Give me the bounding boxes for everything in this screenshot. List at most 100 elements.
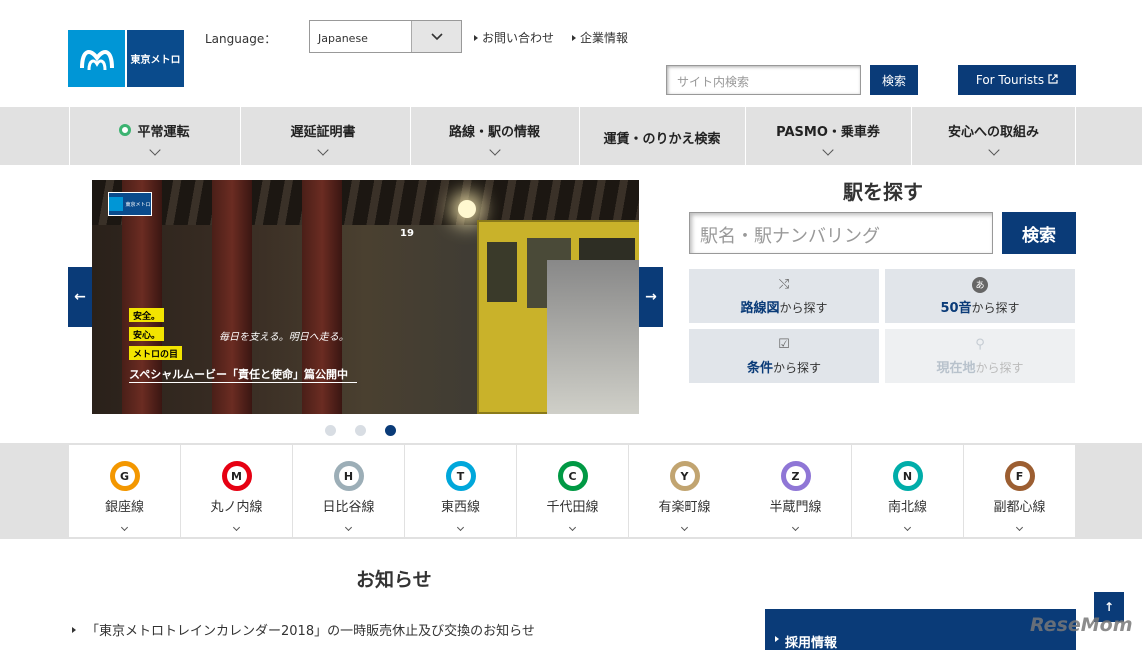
nav-label: 安心への取組み (947, 124, 1039, 140)
station-search-title: 駅を探す (843, 180, 923, 204)
nav-label: 路線・駅の情報 (448, 124, 540, 140)
station-search-option-label: 路線図から探す (740, 300, 828, 316)
hero-underline (129, 382, 357, 383)
nav-label: PASMO・乗車券 (776, 124, 880, 140)
chevron-down-icon (120, 523, 129, 532)
line-name: 千代田線 (546, 500, 599, 515)
location-pin-icon: ⚲ (975, 337, 985, 352)
news-item-link[interactable]: 「東京メトロトレインカレンダー2018」の一時販売休止及び交換のお知らせ (72, 620, 535, 639)
nav-fare-transfer[interactable]: 運賃・のりかえ検索 (579, 107, 744, 165)
for-tourists-button[interactable]: For Tourists (958, 65, 1076, 95)
line-name: 南北線 (887, 500, 927, 515)
nav-delay-certificate[interactable]: 遅延証明書 (240, 107, 405, 165)
metro-heart-m-icon (68, 30, 125, 87)
hero-slogan: 毎日を支える。明日へ走る。 (219, 332, 349, 343)
nav-operation-status[interactable]: 平常運転 (69, 107, 239, 165)
kana-icon: あ (972, 276, 988, 293)
triangle-right-icon (775, 636, 779, 642)
line-name: 副都心線 (993, 500, 1046, 515)
line-badge-icon: G (109, 461, 140, 491)
watermark: ReseMom (1030, 614, 1133, 636)
recruit-label: 採用情報 (785, 636, 838, 650)
line-item-n[interactable]: N 南北線 (852, 445, 963, 537)
station-search-option-label: 条件から探す (746, 360, 822, 376)
line-name: 半蔵門線 (769, 500, 822, 515)
chevron-down-icon (456, 523, 465, 532)
hero-platform (547, 260, 639, 414)
station-search-option-2[interactable]: あ 50音から探す (885, 269, 1075, 323)
site-search-input[interactable]: サイト内検索 (666, 65, 861, 95)
nav-label: 平常運転 (137, 124, 190, 140)
company-info-link[interactable]: 企業情報 (572, 29, 628, 46)
hero-tag: メトロの目 (129, 346, 183, 360)
carousel-dot-2[interactable] (355, 425, 366, 436)
station-search-option-label: 50音から探す (940, 300, 1020, 316)
line-item-c[interactable]: C 千代田線 (517, 445, 628, 537)
carousel-next-button[interactable]: → (639, 267, 663, 327)
line-badge-icon: N (892, 461, 923, 491)
language-select[interactable]: Japanese (309, 20, 462, 53)
news-title: お知らせ (356, 569, 432, 591)
line-badge-icon: Z (780, 461, 811, 491)
chevron-down-icon (791, 523, 800, 532)
station-search-option-4: ⚲ 現在地から探す (885, 329, 1075, 383)
station-search-input[interactable]: 駅名・駅ナンバリング (689, 212, 993, 254)
tokyo-metro-logo[interactable]: 東京メトロ (68, 30, 184, 87)
line-badge-icon: T (445, 461, 476, 491)
line-badge-icon: H (333, 461, 364, 491)
line-item-z[interactable]: Z 半蔵門線 (740, 445, 851, 537)
carousel-prev-button[interactable]: ← (68, 267, 92, 327)
nav-pasmo-tickets[interactable]: PASMO・乗車券 (745, 107, 910, 165)
route-icon: ⤭ (778, 277, 790, 292)
train-number: 19 (400, 228, 414, 239)
line-item-m[interactable]: M 丸ノ内線 (181, 445, 292, 537)
chevron-down-icon (232, 523, 241, 532)
chevron-down-icon (987, 143, 1000, 156)
contact-link[interactable]: お問い合わせ (474, 29, 554, 46)
line-name: 有楽町線 (658, 500, 711, 515)
line-item-t[interactable]: T 東西線 (405, 445, 516, 537)
line-badge-icon: Y (669, 461, 700, 491)
line-name: 東西線 (440, 500, 480, 515)
line-item-f[interactable]: F 副都心線 (964, 445, 1075, 537)
line-item-h[interactable]: H 日比谷線 (293, 445, 404, 537)
triangle-right-icon (474, 34, 478, 41)
line-name: 日比谷線 (322, 500, 375, 515)
chevron-down-icon[interactable] (411, 21, 461, 52)
station-search-option-label: 現在地から探す (936, 360, 1024, 376)
chevron-down-icon (1015, 523, 1024, 532)
line-name: 丸ノ内線 (210, 500, 263, 515)
chevron-down-icon (488, 143, 501, 156)
line-item-y[interactable]: Y 有楽町線 (629, 445, 740, 537)
chevron-down-icon (822, 143, 834, 156)
chevron-down-icon (680, 523, 689, 532)
site-search-button[interactable]: 検索 (870, 65, 918, 95)
language-label: Language： (205, 32, 277, 46)
carousel-dot-1[interactable] (325, 425, 336, 436)
station-search-option-1[interactable]: ⤭ 路線図から探す (689, 269, 879, 323)
arrow-right-icon: → (645, 289, 657, 305)
hero-slide[interactable]: 19 東京メトロ 安全。 安心。 メトロの目 毎日を支える。明日へ走る。 スペシ… (92, 180, 639, 414)
language-value: Japanese (318, 32, 368, 45)
nav-safety[interactable]: 安心への取組み (911, 107, 1076, 165)
carousel-dot-3[interactable] (385, 425, 396, 436)
station-search-option-3[interactable]: ☑ 条件から探す (689, 329, 879, 383)
external-link-icon (1048, 73, 1058, 87)
chevron-down-icon (148, 143, 161, 156)
hero-tag: 安心。 (129, 327, 165, 341)
hero-ceiling (92, 180, 639, 225)
company-info-link-label: 企業情報 (580, 31, 629, 45)
line-item-g[interactable]: G 銀座線 (69, 445, 180, 537)
hero-movie-text: スペシャルムービー「責任と使命」篇公開中 (129, 368, 349, 381)
contact-link-label: お問い合わせ (482, 31, 555, 45)
nav-lines-stations[interactable]: 路線・駅の情報 (410, 107, 578, 165)
arrow-up-icon: ↑ (1103, 600, 1115, 614)
hero-mini-logo: 東京メトロ (108, 192, 152, 216)
chevron-down-icon (317, 143, 329, 156)
line-name: 銀座線 (104, 500, 144, 515)
station-search-button[interactable]: 検索 (1002, 212, 1076, 254)
line-badge-icon: M (221, 461, 252, 491)
chevron-down-icon (344, 523, 353, 532)
chevron-down-icon (903, 523, 912, 532)
status-ok-icon (119, 124, 132, 136)
